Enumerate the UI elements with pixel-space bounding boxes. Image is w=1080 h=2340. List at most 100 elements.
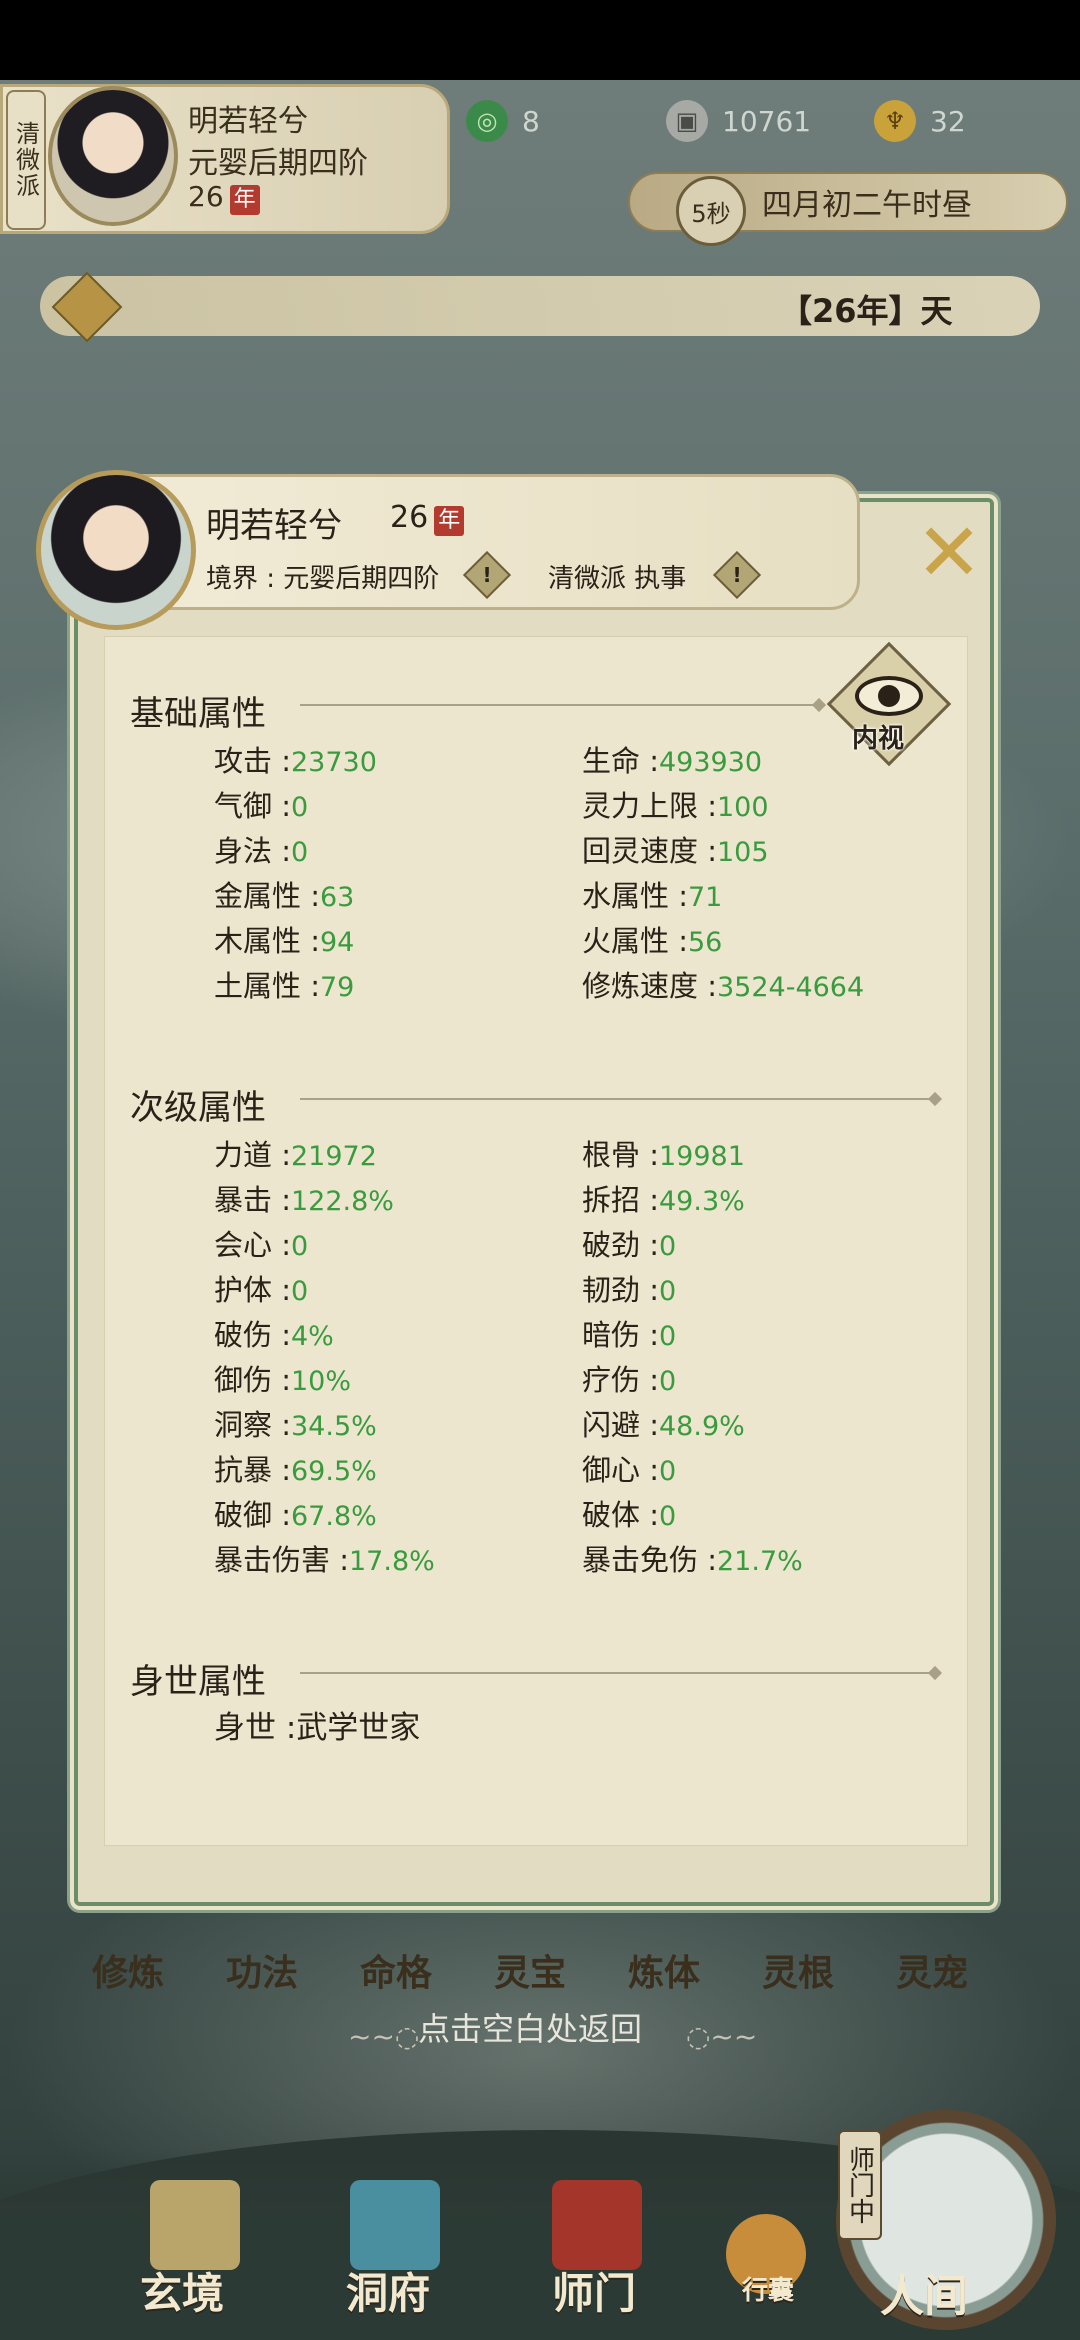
attr-label: 火属性 : <box>582 924 688 958</box>
attr-perception: 洞察 :34.5% <box>214 1402 377 1444</box>
attr-value: 0 <box>659 1321 677 1352</box>
attr-healing: 疗伤 :0 <box>582 1357 676 1399</box>
hud-age-unit: 年 <box>229 185 260 215</box>
nav-dongfu[interactable]: 洞府 <box>346 2260 430 2321</box>
attr-cultivation-speed: 修炼速度 :3524-4664 <box>582 963 864 1005</box>
section-divider <box>300 1672 936 1674</box>
attr-strength: 力道 :21972 <box>214 1132 377 1174</box>
nav-xingnang[interactable]: 行囊 <box>742 2270 794 2307</box>
resource-jade-value: 8 <box>522 104 540 138</box>
attr-label: 抗暴 : <box>214 1453 291 1487</box>
attr-value: 48.9% <box>659 1411 745 1442</box>
ingot-icon: ♆ <box>874 100 916 142</box>
attr-value: 21.7% <box>717 1546 803 1577</box>
hud-avatar[interactable] <box>48 86 178 226</box>
attr-value: 19981 <box>659 1141 745 1172</box>
hud-realm: 元婴后期四阶 <box>188 146 368 181</box>
back-hint[interactable]: 点击空白处返回 <box>418 2004 642 2050</box>
pavilion-icon <box>350 2180 440 2270</box>
attr-value: 79 <box>320 972 355 1003</box>
skill-tab-technique[interactable]: 功法 <box>226 1944 298 1996</box>
notice-text: 【26年】天 <box>780 292 953 330</box>
attr-mana-cap: 灵力上限 :100 <box>582 783 769 825</box>
attr-value: 493930 <box>659 747 763 778</box>
right-cloud-icon: ◌~~ <box>686 2020 758 2053</box>
nav-shimen[interactable]: 师门 <box>552 2260 636 2321</box>
profile-name: 明若轻兮 <box>206 506 342 546</box>
profile-avatar <box>36 470 196 630</box>
skill-tab-destiny[interactable]: 命格 <box>360 1944 432 1996</box>
attr-label: 破劲 : <box>582 1228 659 1262</box>
profile-age-unit: 年 <box>434 506 465 536</box>
attr-value: 21972 <box>291 1141 377 1172</box>
skill-tab-body[interactable]: 炼体 <box>628 1944 700 1996</box>
attr-tenacity: 韧劲 :0 <box>582 1267 676 1309</box>
attr-crit: 暴击 :122.8% <box>214 1177 394 1219</box>
basic-section-title: 基础属性 <box>130 694 266 734</box>
attr-value: 67.8% <box>291 1501 377 1532</box>
attr-label: 根骨 : <box>582 1138 659 1172</box>
profile-age-value: 26 <box>390 500 429 535</box>
attr-qi-defense: 气御 :0 <box>214 783 308 825</box>
section-divider <box>300 1098 936 1100</box>
background-section-title: 身世属性 <box>130 1662 266 1702</box>
attr-label: 破伤 : <box>214 1318 291 1352</box>
attr-value: 49.3% <box>659 1186 745 1217</box>
nav-xuanjing[interactable]: 玄境 <box>140 2260 224 2321</box>
attr-value: 71 <box>688 882 723 913</box>
resource-ingot[interactable]: ♆ 32 <box>874 100 966 142</box>
attr-label: 韧劲 : <box>582 1273 659 1307</box>
attr-value: 69.5% <box>291 1456 377 1487</box>
attr-mana-regen: 回灵速度 :105 <box>582 828 769 870</box>
attr-value: 34.5% <box>291 1411 377 1442</box>
hud-age: 26 年 <box>188 180 260 215</box>
attr-label: 御伤 : <box>214 1363 291 1397</box>
attr-attack: 攻击 :23730 <box>214 738 377 780</box>
attr-value: 0 <box>291 1276 309 1307</box>
attr-value: 63 <box>320 882 355 913</box>
status-bar <box>0 0 1080 80</box>
attr-tenacity-break: 破劲 :0 <box>582 1222 676 1264</box>
attr-label: 气御 : <box>214 789 291 823</box>
profile-age: 26 年 <box>390 500 465 536</box>
attr-label: 攻击 : <box>214 744 291 778</box>
skill-tab-treasure[interactable]: 灵宝 <box>494 1944 566 1996</box>
attr-value: 0 <box>659 1366 677 1397</box>
attr-label: 洞察 : <box>214 1408 291 1442</box>
attr-label: 暴击伤害 : <box>214 1543 349 1577</box>
resource-jade[interactable]: ◎ 8 <box>466 100 540 142</box>
hud-sect-tag: 清微派 <box>6 90 46 230</box>
attr-label: 灵力上限 : <box>582 789 717 823</box>
attr-label: 土属性 : <box>214 969 320 1003</box>
attr-wound-resist: 御伤 :10% <box>214 1357 351 1399</box>
attr-label: 暗伤 : <box>582 1318 659 1352</box>
attr-label: 护体 : <box>214 1273 291 1307</box>
attr-metal: 金属性 :63 <box>214 873 354 915</box>
skill-tab-root[interactable]: 灵根 <box>762 1944 834 1996</box>
skill-tab-pet[interactable]: 灵宠 <box>896 1944 968 1996</box>
attr-value: 0 <box>659 1231 677 1262</box>
attr-mind-guard: 御心 :0 <box>582 1447 676 1489</box>
nav-renjian[interactable]: 人间 <box>880 2260 968 2324</box>
banner-icon <box>552 2180 642 2270</box>
skill-tab-cultivate[interactable]: 修炼 <box>92 1944 164 1996</box>
attr-label: 金属性 : <box>214 879 320 913</box>
attr-wood: 木属性 :94 <box>214 918 354 960</box>
attr-parry: 拆招 :49.3% <box>582 1177 745 1219</box>
attr-guard: 护体 :0 <box>214 1267 308 1309</box>
attr-value: 10% <box>291 1366 352 1397</box>
attr-label: 生命 : <box>582 744 659 778</box>
close-icon[interactable]: ✕ <box>906 510 992 596</box>
coin-icon: ▣ <box>666 100 708 142</box>
attr-value: 122.8% <box>291 1186 394 1217</box>
attr-value: 94 <box>320 927 355 958</box>
left-cloud-icon: ~~◌ <box>348 2020 420 2053</box>
resource-coin[interactable]: ▣ 10761 <box>666 100 811 142</box>
attr-label: 暴击免伤 : <box>582 1543 717 1577</box>
attr-fire: 火属性 :56 <box>582 918 722 960</box>
attr-label: 身法 : <box>214 834 291 868</box>
calendar-text: 四月初二午时昼 <box>762 188 972 223</box>
secondary-section-title: 次级属性 <box>130 1088 266 1128</box>
attr-label: 修炼速度 : <box>582 969 717 1003</box>
attr-label: 回灵速度 : <box>582 834 717 868</box>
